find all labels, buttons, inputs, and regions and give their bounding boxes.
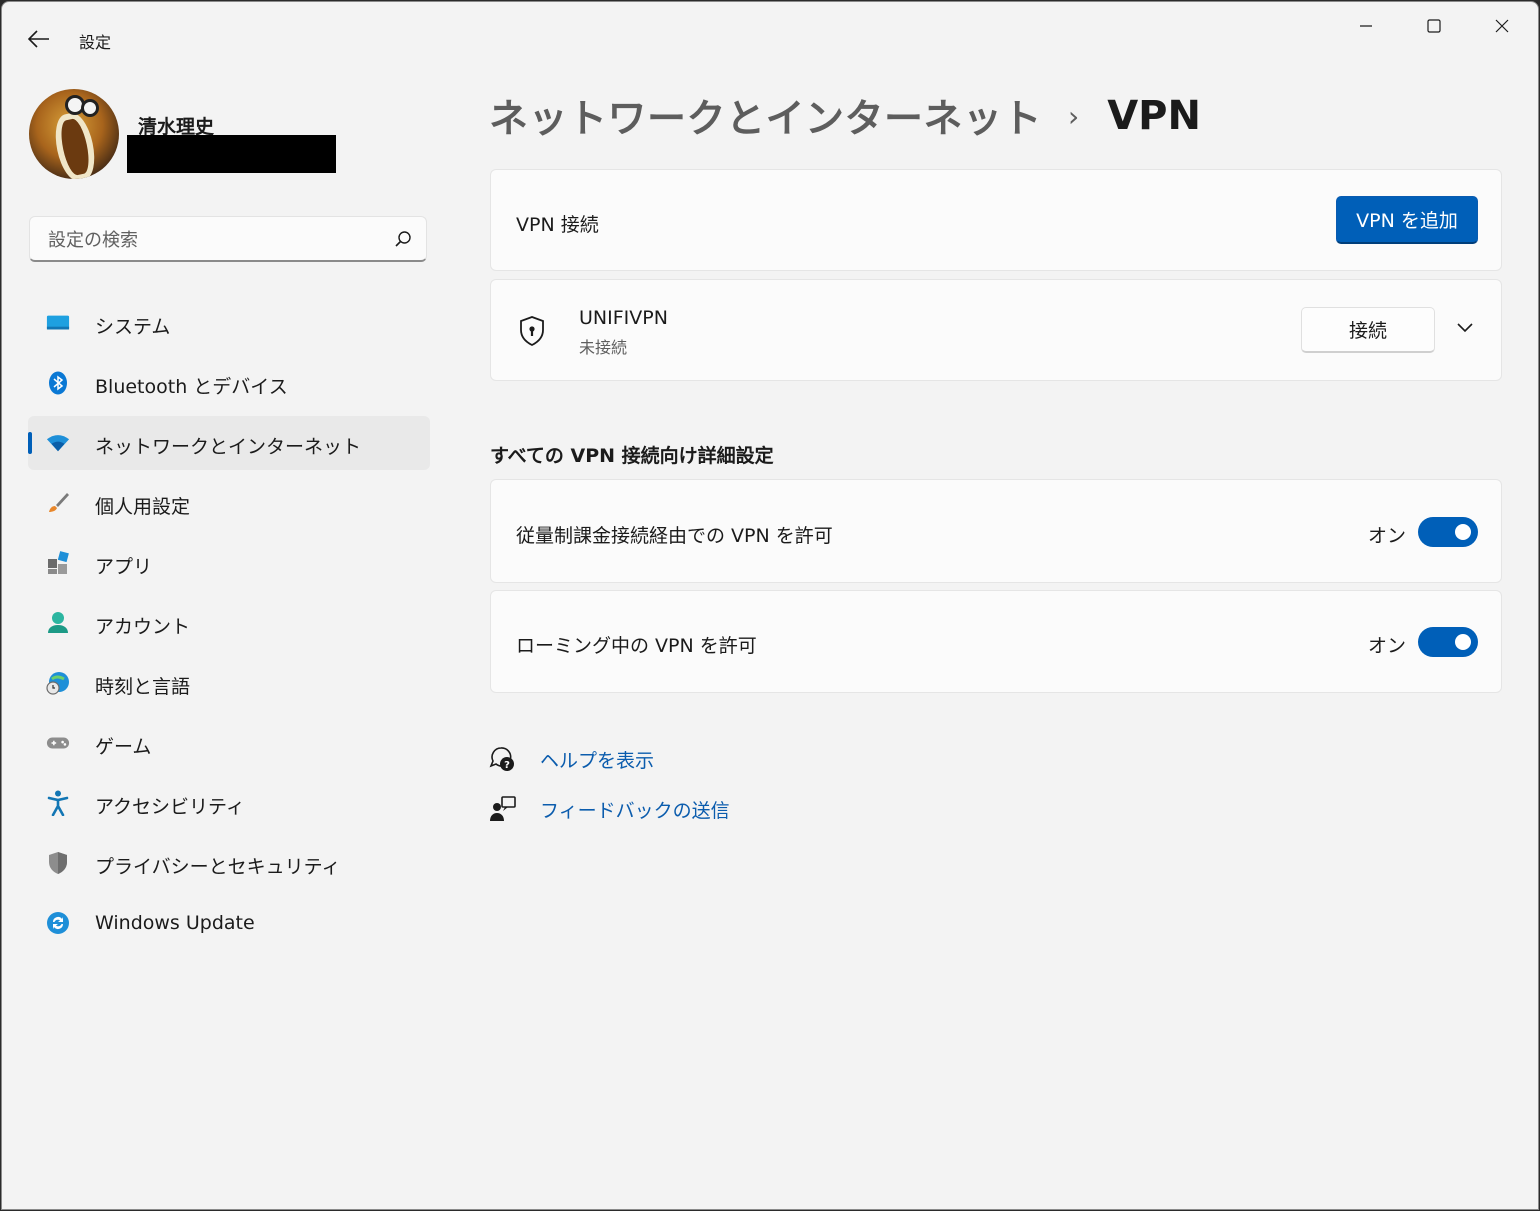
sidebar-item-accessibility[interactable]: アクセシビリティ (28, 776, 430, 830)
sidebar-item-bluetooth[interactable]: Bluetooth とデバイス (28, 356, 430, 410)
redacted-email (127, 135, 336, 173)
toggle-state-label: オン (1368, 525, 1407, 547)
page-title: VPN (1107, 93, 1201, 139)
sidebar-item-label: Bluetooth とデバイス (95, 376, 288, 398)
connect-button[interactable]: 接続 (1301, 307, 1435, 353)
sidebar-item-privacy-security[interactable]: プライバシーとセキュリティ (28, 836, 430, 890)
sidebar-item-label: アクセシビリティ (95, 796, 245, 818)
maximize-button[interactable] (1400, 2, 1468, 50)
sidebar-item-label: Windows Update (95, 912, 255, 934)
sidebar-item-label: アプリ (95, 556, 153, 578)
app-title: 設定 (79, 33, 112, 52)
sidebar-item-label: アカウント (95, 616, 191, 638)
title-bar: 設定 (2, 2, 1538, 74)
roaming-vpn-toggle[interactable] (1418, 627, 1478, 657)
sidebar-item-windows-update[interactable]: Windows Update (28, 896, 430, 950)
vpn-name: UNIFIVPN (579, 307, 668, 329)
avatar-beak (50, 110, 100, 179)
avatar-eye (81, 99, 99, 117)
account-icon (46, 611, 70, 635)
close-icon (1495, 19, 1509, 33)
accessibility-icon (46, 790, 70, 816)
help-icon: ? (488, 744, 518, 774)
vpn-connections-label: VPN 接続 (516, 214, 599, 236)
search-input[interactable] (46, 225, 380, 255)
sidebar-item-gaming[interactable]: ゲーム (28, 716, 430, 770)
sidebar-item-network[interactable]: ネットワークとインターネット (28, 416, 430, 470)
sidebar-item-accounts[interactable]: アカウント (28, 596, 430, 650)
close-button[interactable] (1468, 2, 1536, 50)
breadcrumb-separator: › (1068, 99, 1080, 133)
toggle-state-label: オン (1368, 635, 1407, 657)
search-icon[interactable] (394, 230, 412, 248)
avatar (29, 89, 119, 179)
settings-search[interactable] (29, 216, 427, 262)
sidebar-item-apps[interactable]: アプリ (28, 536, 430, 590)
sidebar-item-system[interactable]: システム (28, 296, 430, 350)
help-link-text[interactable]: ヘルプを表示 (540, 746, 654, 773)
minimize-icon (1360, 25, 1372, 27)
sidebar-nav: システム Bluetooth とデバイス ネットワークとインターネット 個人用設… (28, 296, 430, 956)
setting-metered-vpn: 従量制課金接続経由での VPN を許可 オン (490, 479, 1502, 583)
apps-icon (46, 551, 70, 575)
wifi-icon (46, 431, 70, 455)
sidebar-item-label: 個人用設定 (95, 496, 191, 518)
globe-clock-icon (46, 671, 70, 695)
back-arrow-icon (28, 30, 49, 48)
metered-vpn-toggle[interactable] (1418, 517, 1478, 547)
toggle-knob (1455, 634, 1471, 650)
setting-label: ローミング中の VPN を許可 (516, 635, 757, 657)
system-icon (46, 311, 70, 335)
sidebar-item-label: システム (95, 316, 171, 338)
add-vpn-button[interactable]: VPN を追加 (1336, 196, 1478, 244)
maximize-icon (1427, 19, 1441, 33)
feedback-link-text[interactable]: フィードバックの送信 (540, 796, 730, 823)
feedback-icon (488, 794, 518, 824)
sidebar-item-label: ゲーム (95, 736, 152, 758)
vpn-status: 未接続 (579, 338, 628, 357)
chevron-down-icon[interactable] (1455, 320, 1475, 334)
breadcrumb-parent[interactable]: ネットワークとインターネット (489, 88, 1042, 144)
help-link[interactable]: ? ヘルプを表示 (488, 742, 654, 776)
gamepad-icon (46, 731, 70, 755)
feedback-link[interactable]: フィードバックの送信 (488, 792, 730, 826)
paintbrush-icon (46, 491, 70, 515)
vpn-entry-card[interactable]: UNIFIVPN 未接続 接続 (490, 279, 1502, 381)
minimize-button[interactable] (1332, 2, 1400, 50)
back-button[interactable] (22, 24, 56, 54)
setting-roaming-vpn: ローミング中の VPN を許可 オン (490, 590, 1502, 693)
sidebar-item-label: プライバシーとセキュリティ (95, 856, 341, 878)
setting-label: 従量制課金接続経由での VPN を許可 (516, 525, 833, 547)
sidebar-item-label: ネットワークとインターネット (95, 436, 362, 458)
shield-icon (46, 851, 70, 875)
bluetooth-icon (46, 371, 70, 395)
settings-window: 設定 清水理史 システム (1, 1, 1539, 1210)
update-icon (46, 911, 70, 935)
breadcrumb: ネットワークとインターネット › VPN (489, 88, 1201, 144)
user-profile[interactable]: 清水理史 (28, 88, 428, 183)
sidebar-item-label: 時刻と言語 (95, 676, 191, 698)
svg-text:?: ? (504, 760, 510, 771)
sidebar-item-time-language[interactable]: 時刻と言語 (28, 656, 430, 710)
sidebar-item-personalization[interactable]: 個人用設定 (28, 476, 430, 530)
vpn-connections-card: VPN 接続 VPN を追加 (490, 169, 1502, 271)
advanced-settings-title: すべての VPN 接続向け詳細設定 (490, 445, 774, 467)
toggle-knob (1455, 524, 1471, 540)
vpn-shield-icon (520, 316, 544, 347)
